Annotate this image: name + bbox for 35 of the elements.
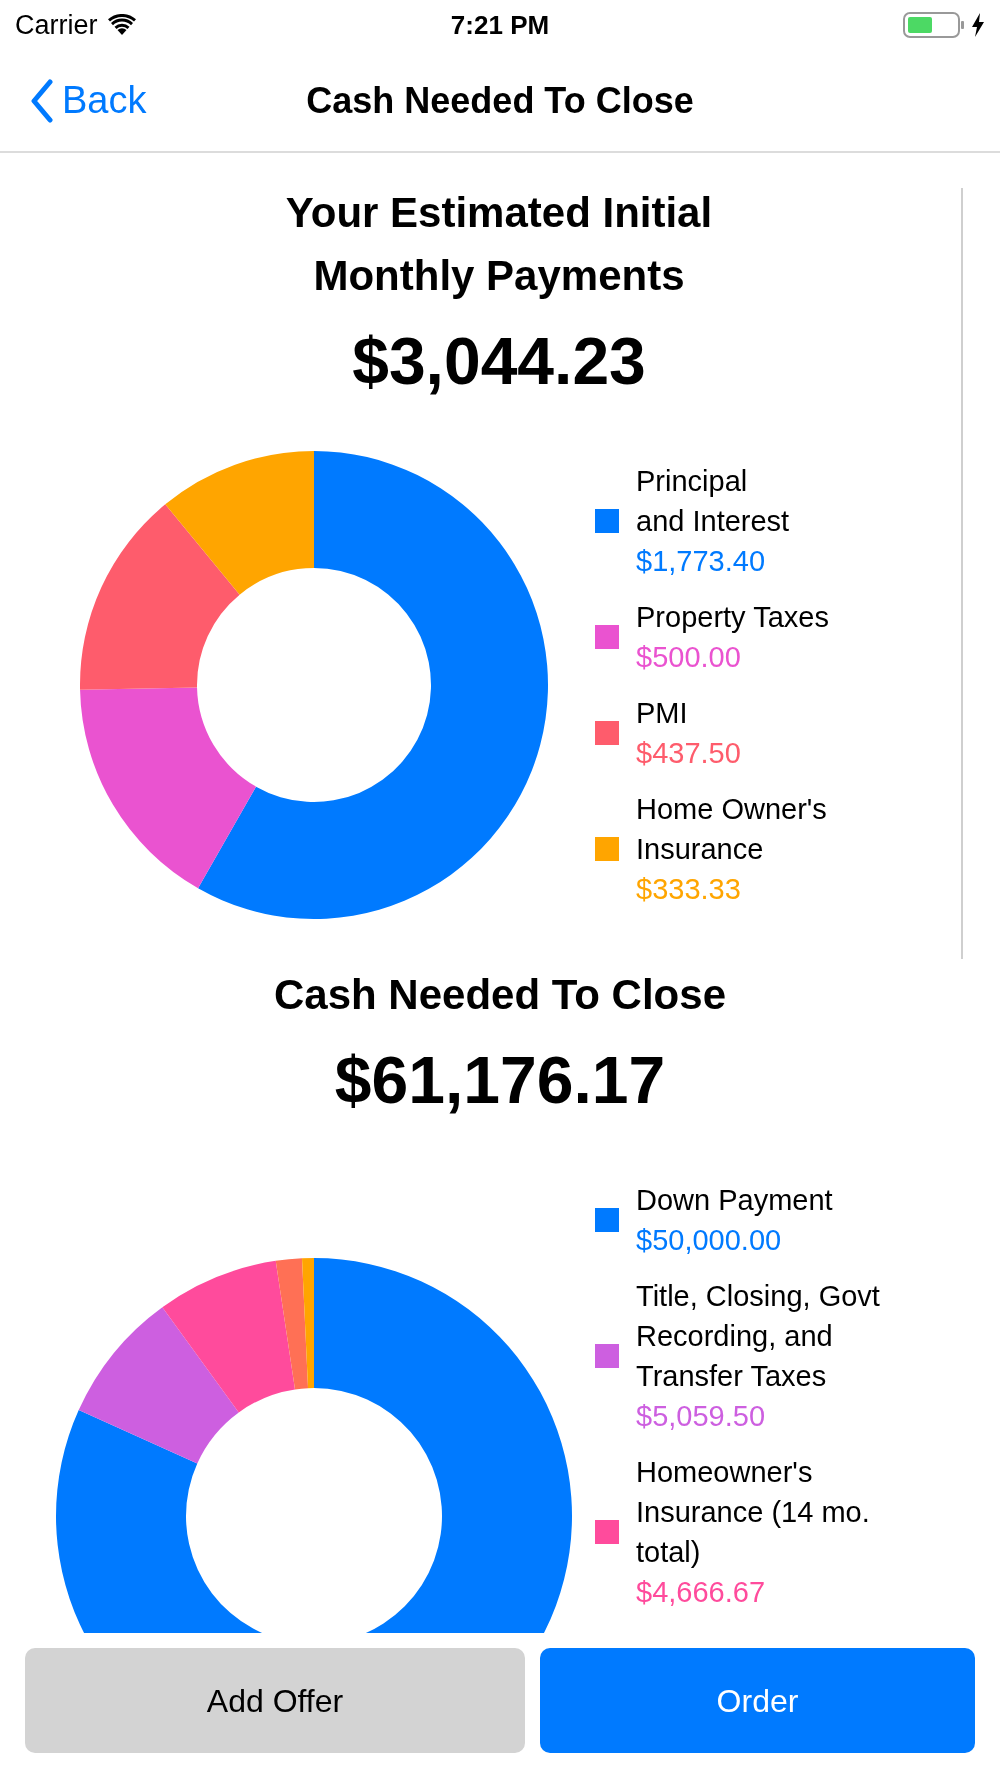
legend-value: $4,666.67 — [636, 1575, 766, 1610]
status-time: 7:21 PM — [450, 8, 550, 42]
section-title: Cash Needed To Close — [274, 970, 726, 1020]
legend-label: Recording, and — [636, 1319, 834, 1354]
legend-label: Home Owner's — [636, 792, 827, 827]
legend-label: Transfer Taxes — [636, 1359, 828, 1394]
legend-label: Principal — [636, 464, 749, 499]
legend-value: $1,773.40 — [636, 544, 766, 579]
legend-label: total) — [636, 1535, 702, 1570]
legend-label: Title, Closing, Govt — [636, 1279, 880, 1314]
back-button[interactable]: Back — [0, 72, 147, 129]
legend-value: $5,059.50 — [636, 1399, 766, 1434]
total-amount: $61,176.17 — [334, 1042, 666, 1119]
legend-value: $333.33 — [636, 872, 742, 907]
legend-value: $500.00 — [636, 640, 742, 675]
order-button[interactable]: Order — [540, 1648, 975, 1753]
add-offer-button[interactable]: Add Offer — [25, 1648, 525, 1753]
charging-icon — [971, 13, 985, 37]
nav-title: Cash Needed To Close — [306, 78, 694, 123]
battery-icon — [903, 12, 965, 38]
section-title: Monthly Payments — [313, 251, 685, 301]
section-title: Your Estimated Initial — [285, 188, 713, 238]
legend-value: $50,000.00 — [636, 1223, 783, 1258]
total-amount: $3,044.23 — [352, 323, 646, 400]
legend-label: Insurance (14 mo. — [636, 1495, 870, 1530]
chevron-left-icon — [30, 78, 54, 123]
legend-label: PMI — [636, 696, 689, 731]
legend-label: Down Payment — [636, 1183, 833, 1218]
legend-label: Insurance — [636, 832, 765, 867]
legend-value: $437.50 — [636, 736, 741, 771]
wifi-icon — [107, 14, 136, 36]
legend-label: Property Taxes — [636, 600, 829, 635]
legend-label: and Interest — [636, 504, 790, 539]
legend-label: Homeowner's — [636, 1455, 814, 1490]
carrier-label: Carrier — [15, 8, 98, 42]
